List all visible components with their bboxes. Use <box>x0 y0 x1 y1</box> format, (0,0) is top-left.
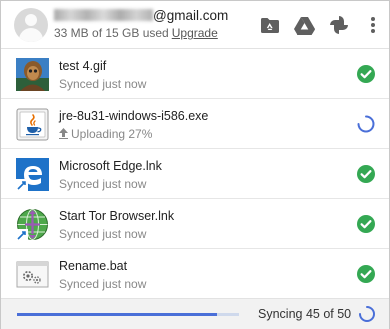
file-row[interactable]: test 4.gif Synced just now <box>1 49 389 99</box>
file-row[interactable]: Rename.bat Synced just now <box>1 249 389 299</box>
redacted-email-name <box>54 9 153 21</box>
java-icon <box>16 108 49 141</box>
file-status: Synced just now <box>59 277 147 291</box>
edge-icon <box>16 158 49 191</box>
synced-check-icon <box>356 164 376 184</box>
sync-progress-fill <box>17 313 217 316</box>
syncing-spinner-icon <box>358 305 376 323</box>
avatar[interactable] <box>14 8 48 42</box>
upload-arrow-icon <box>59 128 68 142</box>
sync-status-bar: Syncing 45 of 50 <box>1 298 389 329</box>
storage-usage: 33 MB of 15 GB used Upgrade <box>54 26 218 40</box>
tor-icon <box>16 208 49 241</box>
synced-check-icon <box>356 264 376 284</box>
file-name: Rename.bat <box>59 259 128 273</box>
file-name: jre-8u31-windows-i586.exe <box>59 109 209 123</box>
synced-check-icon <box>356 214 376 234</box>
backup-sync-panel: @gmail.com 33 MB of 15 GB used Upgrade te… <box>0 0 390 329</box>
file-name: Microsoft Edge.lnk <box>59 159 162 173</box>
account-header: @gmail.com 33 MB of 15 GB used Upgrade <box>1 1 389 49</box>
file-row[interactable]: Start Tor Browser.lnk Synced just now <box>1 199 389 249</box>
batch-file-icon <box>16 258 49 291</box>
more-vert-icon[interactable] <box>362 14 384 36</box>
file-row[interactable]: jre-8u31-windows-i586.exe Uploading 27% <box>1 99 389 149</box>
synced-check-icon <box>356 64 376 84</box>
open-drive-folder-icon[interactable] <box>259 14 281 36</box>
sync-status-text: Syncing 45 of 50 <box>258 307 352 321</box>
account-email: @gmail.com <box>54 8 228 23</box>
uploading-spinner-icon <box>356 114 376 134</box>
file-status: Synced just now <box>59 227 147 241</box>
gif-thumbnail <box>16 58 49 91</box>
upgrade-link[interactable]: Upgrade <box>172 26 218 40</box>
sync-progress-bar <box>17 313 239 316</box>
file-status: Synced just now <box>59 77 147 91</box>
file-name: Start Tor Browser.lnk <box>59 209 175 223</box>
file-status: Synced just now <box>59 177 147 191</box>
file-row[interactable]: Microsoft Edge.lnk Synced just now <box>1 149 389 199</box>
google-photos-icon[interactable] <box>328 14 350 36</box>
file-status: Uploading 27% <box>59 127 152 142</box>
google-drive-icon[interactable] <box>293 14 315 36</box>
file-name: test 4.gif <box>59 59 107 73</box>
